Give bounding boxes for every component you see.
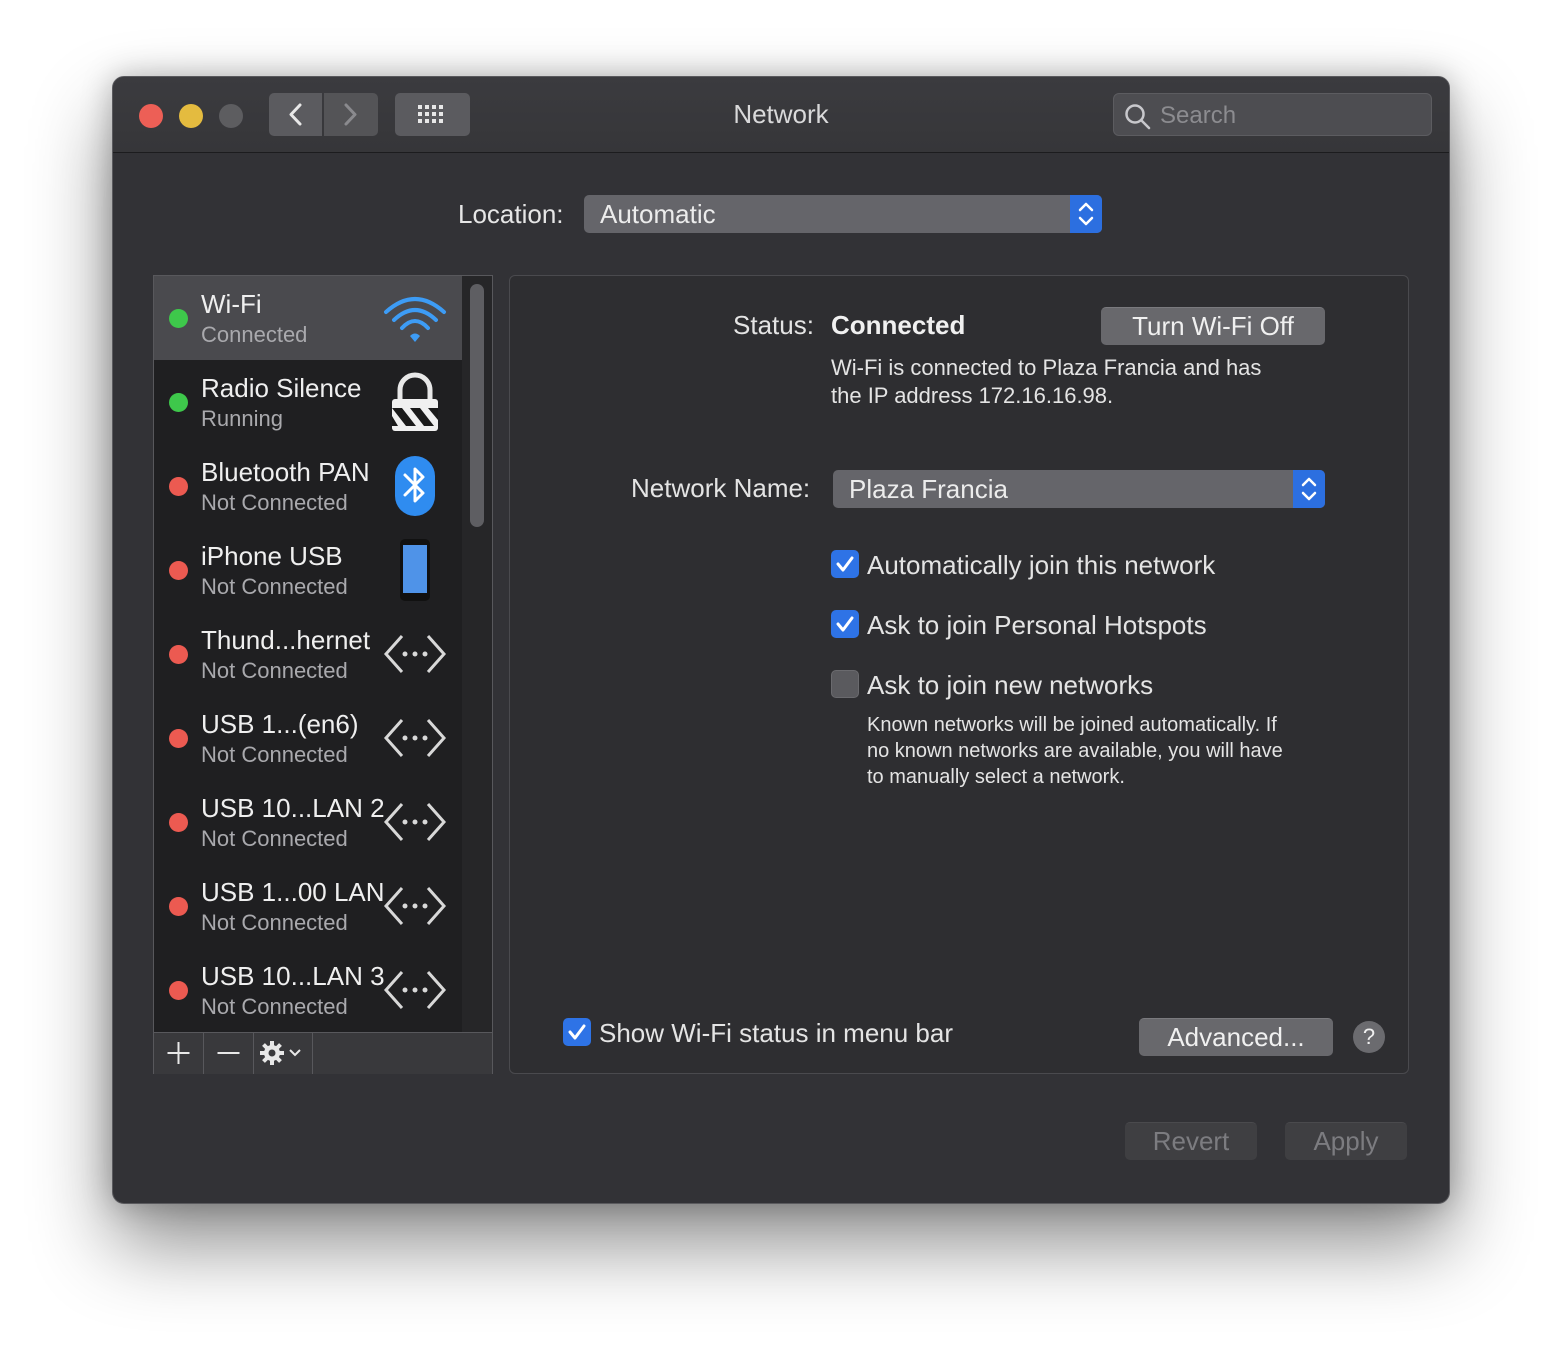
network-name-value: Plaza Francia [849,474,1008,504]
iphone-icon [400,539,430,601]
status-dot [169,477,188,496]
service-list-items: Wi-Fi Connected Radio Silence Running Bl… [154,276,462,1032]
description-line: no known networks are available, you wil… [867,740,1283,762]
location-label: Location: [458,199,564,229]
status-dot [169,309,188,328]
status-description: Wi-Fi is connected to Plaza Francia and … [831,354,1261,410]
status-dot [169,645,188,664]
ethernet-icon [383,635,447,673]
ask-new-networks-checkbox[interactable] [831,670,859,698]
gear-icon [260,1041,301,1065]
plus-icon [167,1042,190,1064]
service-name: USB 10...LAN 2 [201,793,385,823]
action-menu-button[interactable] [254,1033,313,1074]
show-status-menubar-label[interactable]: Show Wi-Fi status in menu bar [599,1018,953,1049]
new-networks-description: Known networks will be joined automatica… [867,712,1283,790]
minus-icon [217,1052,240,1054]
status-value: Connected [831,310,966,340]
wifi-icon [384,297,446,342]
service-status: Not Connected [201,490,348,515]
service-name: Wi-Fi [201,289,262,319]
status-description-line: the IP address 172.16.16.98. [831,383,1114,408]
title-bar: Network [113,77,1449,153]
ethernet-icon [383,887,447,925]
service-status: Not Connected [201,658,348,683]
service-name: Thund...hernet [201,625,371,655]
service-item-radio-silence[interactable]: Radio Silence Running [154,360,462,444]
service-item-iphone-usb[interactable]: iPhone USB Not Connected [154,528,462,612]
service-item-wifi[interactable]: Wi-Fi Connected [154,276,462,360]
auto-join-checkbox[interactable] [831,550,859,578]
up-down-arrows-icon [1070,195,1102,233]
service-list: Wi-Fi Connected Radio Silence Running Bl… [153,275,493,1074]
turn-wifi-off-button[interactable]: Turn Wi-Fi Off [1101,307,1325,345]
service-status: Not Connected [201,742,348,767]
ask-new-networks-label[interactable]: Ask to join new networks [867,670,1153,701]
service-list-toolbar [154,1032,492,1074]
status-description-line: Wi-Fi is connected to Plaza Francia and … [831,355,1262,380]
service-status: Connected [201,322,308,347]
checkmark-icon [836,616,854,632]
bluetooth-icon [395,456,435,516]
network-name-label: Network Name: [631,473,811,503]
ethernet-icon [383,719,447,757]
remove-service-button[interactable] [204,1033,254,1074]
ethernet-icon [383,971,447,1009]
status-dot [169,393,188,412]
help-button[interactable]: ? [1353,1021,1385,1053]
service-item-bluetooth-pan[interactable]: Bluetooth PAN Not Connected [154,444,462,528]
show-status-menubar-checkbox[interactable] [563,1018,591,1046]
location-value: Automatic [600,199,716,229]
service-name: Radio Silence [201,373,362,403]
auto-join-label[interactable]: Automatically join this network [867,550,1215,581]
service-item-usb-lan-3[interactable]: USB 10...LAN 3 Not Connected [154,948,462,1032]
checkmark-icon [836,556,854,572]
ask-hotspots-label[interactable]: Ask to join Personal Hotspots [867,610,1207,641]
search-icon [1125,104,1151,130]
up-down-arrows-icon [1293,470,1325,508]
service-name: USB 10...LAN 3 [201,961,385,991]
location-popup[interactable]: Automatic [584,195,1102,233]
service-status: Not Connected [201,826,348,851]
status-dot [169,561,188,580]
service-item-thunderbolt-ethernet[interactable]: Thund...hernet Not Connected [154,612,462,696]
search-input[interactable] [1158,100,1422,132]
description-line: to manually select a network. [867,766,1125,788]
network-preferences-window: Network Location: Automatic Wi-Fi Connec… [112,76,1450,1204]
service-list-scrollbar[interactable] [462,276,492,1032]
status-dot [169,729,188,748]
wifi-detail-panel: Status: Connected Turn Wi-Fi Off Wi-Fi i… [509,275,1409,1074]
add-service-button[interactable] [154,1033,204,1074]
network-name-popup[interactable]: Plaza Francia [833,470,1325,508]
service-name: USB 1...(en6) [201,709,359,739]
description-line: Known networks will be joined automatica… [867,714,1277,736]
service-status: Running [201,406,283,431]
service-status: Not Connected [201,910,348,935]
status-dot [169,981,188,1000]
status-dot [169,813,188,832]
apply-button[interactable]: Apply [1285,1122,1407,1160]
service-name: Bluetooth PAN [201,457,370,487]
ethernet-icon [383,803,447,841]
lock-icon [392,372,438,431]
ask-hotspots-checkbox[interactable] [831,610,859,638]
status-label: Status: [733,310,814,340]
search-field[interactable] [1113,93,1432,136]
revert-button[interactable]: Revert [1125,1122,1257,1160]
scrollbar-thumb[interactable] [470,284,484,527]
service-item-usb-00-lan[interactable]: USB 1...00 LAN Not Connected [154,864,462,948]
service-item-usb-lan-2[interactable]: USB 10...LAN 2 Not Connected [154,780,462,864]
checkmark-icon [568,1024,586,1040]
service-name: iPhone USB [201,541,343,571]
service-status: Not Connected [201,994,348,1019]
service-status: Not Connected [201,574,348,599]
status-dot [169,897,188,916]
advanced-button[interactable]: Advanced... [1139,1018,1333,1056]
service-name: USB 1...00 LAN [201,877,385,907]
service-item-usb-en6[interactable]: USB 1...(en6) Not Connected [154,696,462,780]
